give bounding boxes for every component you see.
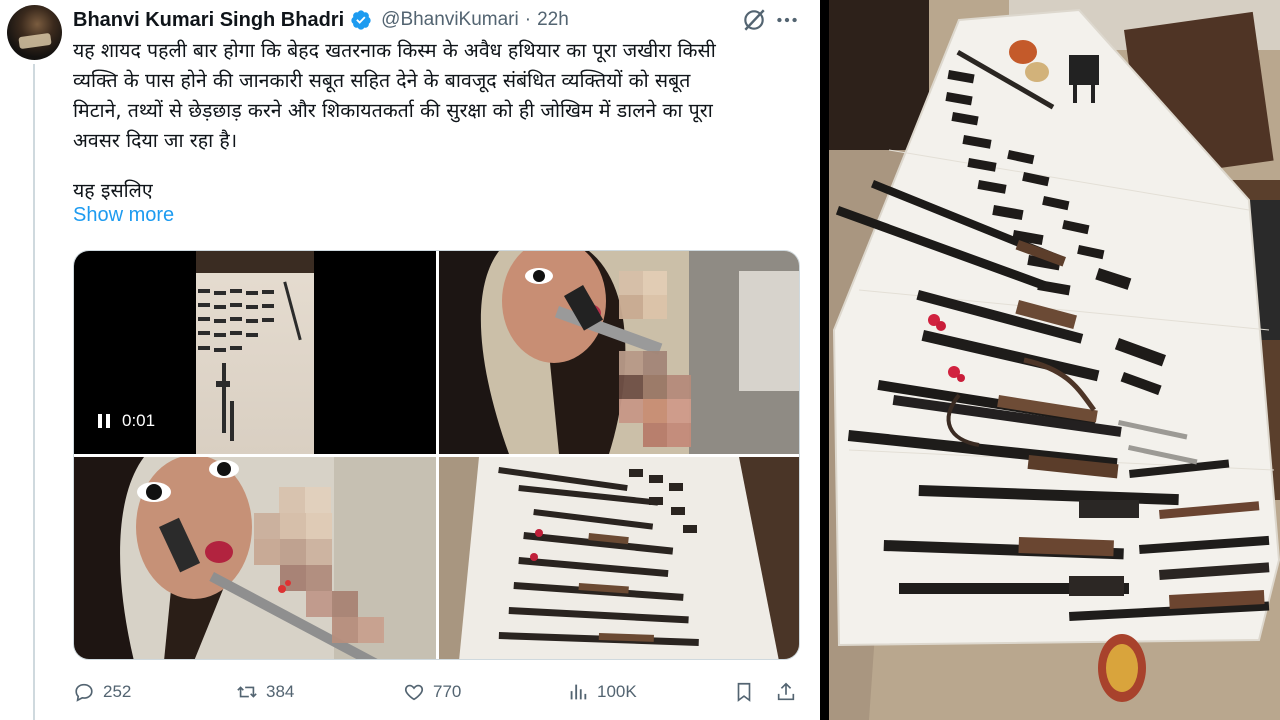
timestamp[interactable]: 22h [537,9,569,31]
weapons-photo [829,0,1280,720]
media-photo-3[interactable] [74,457,436,659]
thread-line [33,64,35,720]
reply-icon [75,683,93,702]
weapons-photo-illustration [829,0,1280,720]
video-frame [196,251,314,454]
author-name[interactable]: Bhanvi Kumari Singh Bhadri [73,9,344,32]
separator-dot: · [524,9,532,30]
share-icon [777,682,795,701]
reply-count: 252 [103,682,132,701]
share-button[interactable] [775,675,805,709]
repost-icon [237,686,257,698]
more-icon[interactable] [774,7,800,33]
grok-icon[interactable] [741,7,767,33]
like-count: 770 [433,682,462,701]
video-player[interactable]: 0:01 [74,251,436,454]
video-time: 0:01 [122,411,156,430]
tweet-card: Bhanvi Kumari Singh Bhadri @BhanviKumari… [0,0,820,720]
media-photo-4[interactable] [439,457,799,659]
media-grid: 0:01 [73,250,800,660]
like-icon [404,684,424,701]
author-handle[interactable]: @BhanviKumari [381,9,519,31]
video-controls[interactable]: 0:01 [96,411,155,431]
tweet-body-continued: यह इसलिए [73,179,153,202]
views-button[interactable]: 100K [567,675,637,709]
tweet-body: यह शायद पहली बार होगा कि बेहद खतरनाक किस… [73,39,716,152]
repost-count: 384 [266,682,295,701]
avatar[interactable] [7,5,62,60]
tweet-header: Bhanvi Kumari Singh Bhadri @BhanviKumari… [73,6,800,34]
repost-button[interactable]: 384 [236,675,294,709]
bookmark-button[interactable] [733,675,763,709]
media-photo-2[interactable] [439,251,799,454]
reply-button[interactable]: 252 [73,675,131,709]
show-more-link[interactable]: Show more [73,204,174,227]
views-icon [570,684,587,700]
pause-icon[interactable] [96,413,112,429]
tweet-actions: 252 384 770 100K [73,675,800,709]
views-count: 100K [597,682,637,701]
like-button[interactable]: 770 [403,675,461,709]
verified-badge-icon [351,10,371,30]
bookmark-icon [737,682,751,702]
